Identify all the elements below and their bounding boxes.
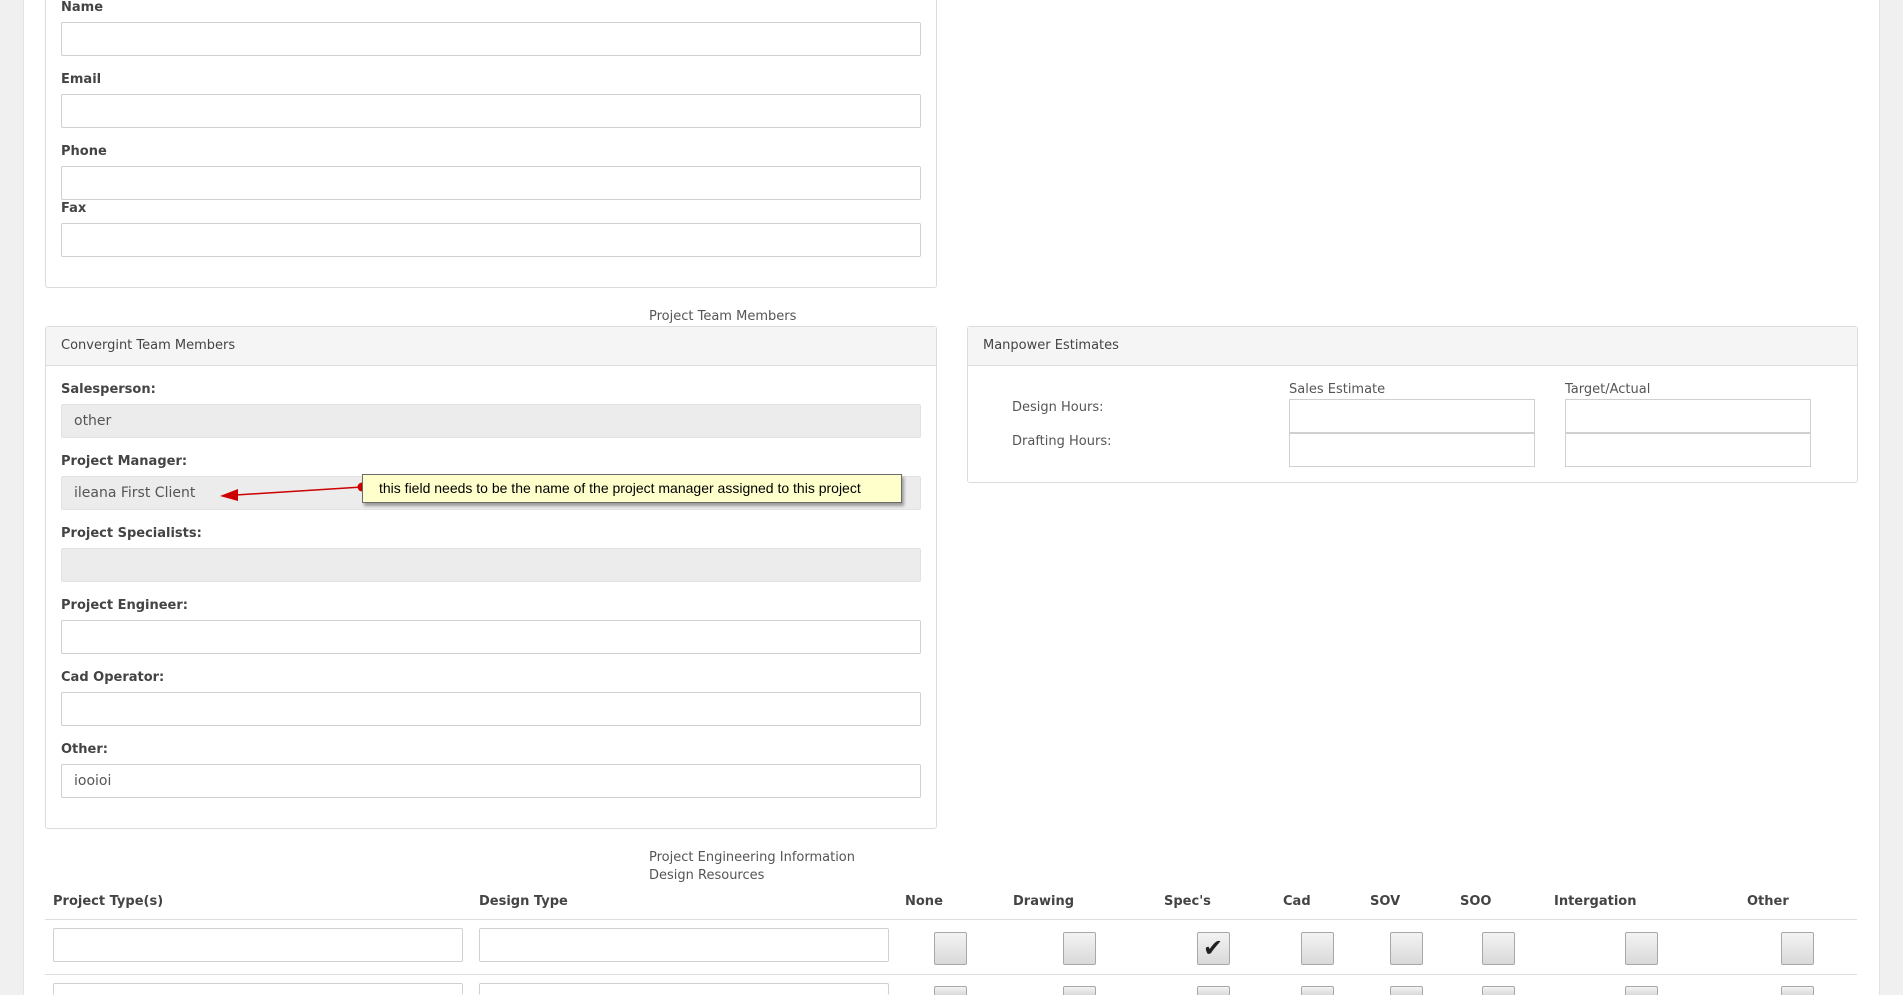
salesperson-label: Salesperson: — [61, 382, 156, 397]
none-checkbox-row1[interactable] — [934, 932, 967, 965]
sales-estimate-header: Sales Estimate — [1289, 382, 1386, 397]
intergation-checkbox-row1[interactable] — [1625, 932, 1658, 965]
fax-input[interactable] — [61, 223, 921, 257]
name-label: Name — [61, 0, 104, 15]
phone-input[interactable] — [61, 166, 921, 200]
col-specs: Spec's — [1164, 894, 1211, 909]
other-label: Other: — [61, 742, 108, 757]
specs-checkbox-row1[interactable]: ✔ — [1197, 932, 1230, 965]
project-type-input-row1[interactable] — [53, 928, 463, 962]
email-label: Email — [61, 72, 102, 87]
design-type-input-row1[interactable] — [479, 928, 889, 962]
cad-checkbox-row2[interactable] — [1301, 986, 1334, 995]
cad-checkbox-row1[interactable] — [1301, 932, 1334, 965]
other-input[interactable] — [61, 764, 921, 798]
soo-checkbox-row1[interactable] — [1482, 932, 1515, 965]
col-sov: SOV — [1370, 894, 1401, 909]
other-checkbox-row1[interactable] — [1781, 932, 1814, 965]
name-input[interactable] — [61, 22, 921, 56]
sov-checkbox-row1[interactable] — [1390, 932, 1423, 965]
drafting-hours-sales-input[interactable] — [1289, 433, 1535, 467]
col-design-type: Design Type — [479, 894, 568, 909]
project-specialists-label: Project Specialists: — [61, 526, 202, 541]
salesperson-field: other — [61, 404, 921, 438]
phone-label: Phone — [61, 144, 107, 159]
team-panel-title: Convergint Team Members — [46, 327, 936, 366]
design-hours-label: Design Hours: — [1012, 400, 1104, 415]
email-input[interactable] — [61, 94, 921, 128]
drawing-checkbox-row1[interactable] — [1063, 932, 1096, 965]
soo-checkbox-row2[interactable] — [1482, 986, 1515, 995]
table-row-divider — [45, 974, 1857, 975]
drafting-hours-target-input[interactable] — [1565, 433, 1811, 467]
design-resources-title: Design Resources — [649, 868, 765, 883]
fax-label: Fax — [61, 201, 87, 216]
col-soo: SOO — [1460, 894, 1492, 909]
specs-checkbox-row2[interactable] — [1197, 986, 1230, 995]
engineering-section-title: Project Engineering Information — [649, 850, 855, 865]
left-gutter — [0, 0, 24, 995]
manpower-panel-title: Manpower Estimates — [968, 327, 1857, 366]
team-section-title: Project Team Members — [649, 309, 797, 324]
design-hours-target-input[interactable] — [1565, 399, 1811, 433]
project-type-input-row2[interactable] — [53, 983, 463, 995]
project-manager-label: Project Manager: — [61, 454, 188, 469]
other-checkbox-row2[interactable] — [1781, 986, 1814, 995]
col-intergation: Intergation — [1554, 894, 1637, 909]
col-project-types: Project Type(s) — [53, 894, 164, 909]
cad-operator-label: Cad Operator: — [61, 670, 165, 685]
none-checkbox-row2[interactable] — [934, 986, 967, 995]
project-specialists-field — [61, 548, 921, 582]
cad-operator-input[interactable] — [61, 692, 921, 726]
target-actual-header: Target/Actual — [1565, 382, 1651, 397]
project-engineer-label: Project Engineer: — [61, 598, 188, 613]
project-engineer-input[interactable] — [61, 620, 921, 654]
intergation-checkbox-row2[interactable] — [1625, 986, 1658, 995]
col-other: Other — [1747, 894, 1789, 909]
drafting-hours-label: Drafting Hours: — [1012, 434, 1112, 449]
col-none: None — [905, 894, 943, 909]
col-drawing: Drawing — [1013, 894, 1075, 909]
design-hours-sales-input[interactable] — [1289, 399, 1535, 433]
design-type-input-row2[interactable] — [479, 983, 889, 995]
right-gutter — [1879, 0, 1903, 995]
table-header-divider — [45, 919, 1857, 920]
sov-checkbox-row2[interactable] — [1390, 986, 1423, 995]
col-cad: Cad — [1283, 894, 1311, 909]
annotation-callout: this field needs to be the name of the p… — [362, 474, 902, 503]
checkmark-icon: ✔ — [1203, 934, 1224, 962]
drawing-checkbox-row2[interactable] — [1063, 986, 1096, 995]
